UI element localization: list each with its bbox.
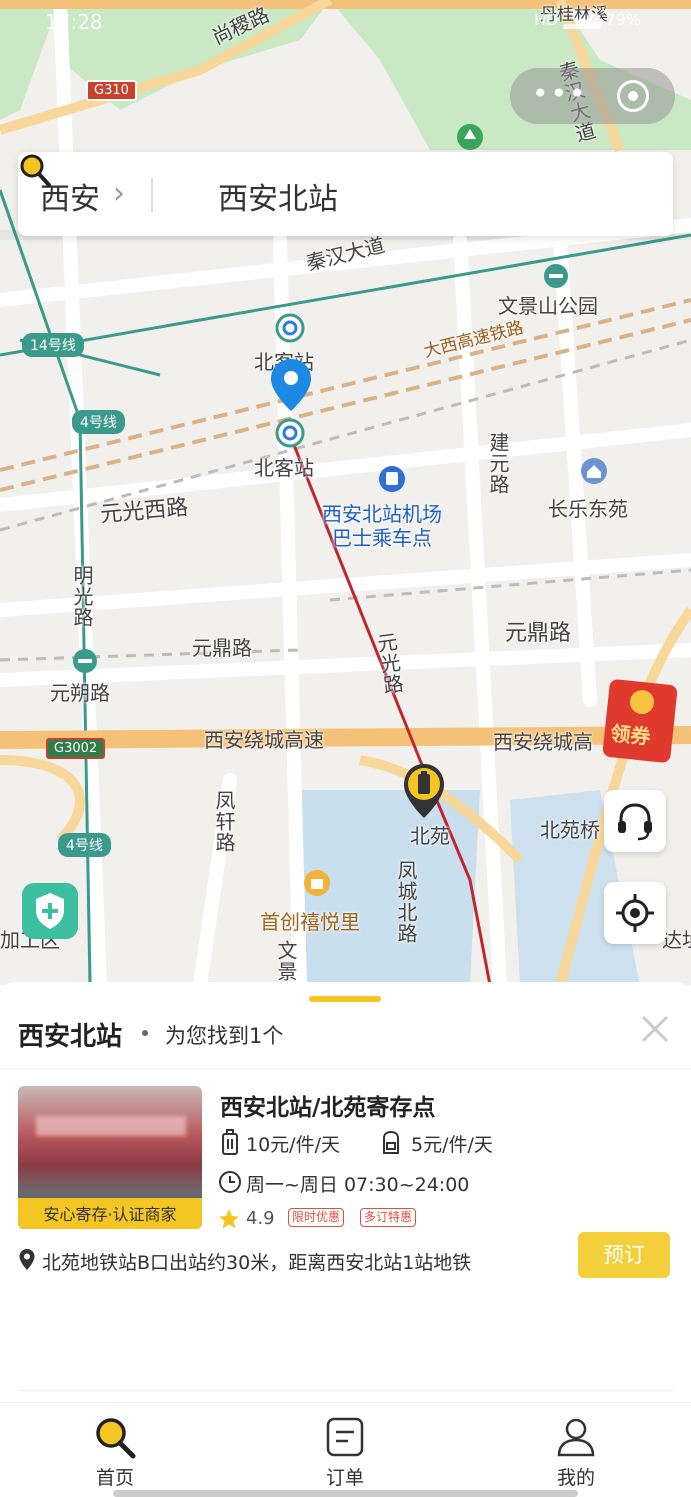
- price-luggage: 10元/件/天: [246, 1134, 340, 1156]
- search-bar[interactable]: 西安 › 西安北站: [18, 152, 673, 236]
- metro-line-badge: 14号线: [22, 333, 84, 357]
- store-sign-image: [36, 1116, 186, 1136]
- map-label-bridge: 北苑桥: [540, 818, 600, 842]
- price-bag: 5元/件/天: [411, 1134, 493, 1156]
- book-button[interactable]: 预订: [578, 1232, 670, 1278]
- map-label-station: 元朔路: [50, 681, 110, 705]
- store-photo[interactable]: 安心寄存·认证商家: [18, 1086, 202, 1229]
- map-label-road: 元鼎路: [505, 621, 572, 646]
- shield-icon: [36, 893, 64, 929]
- status-time: 17:28: [45, 10, 103, 34]
- tab-profile[interactable]: 我的: [516, 1413, 636, 1493]
- coupon-button[interactable]: 领券: [602, 678, 678, 764]
- tab-label: 我的: [556, 1467, 595, 1489]
- metro-station-icon: [275, 313, 305, 343]
- map-label-road: 凤轩路: [212, 790, 236, 853]
- metro-line-badge: 4号线: [58, 833, 111, 857]
- search-icon: [96, 1418, 136, 1459]
- promo-tag: 限时优惠: [288, 1208, 345, 1227]
- map-label-bus-stop: 西安北站机场 巴士乘车点: [322, 502, 442, 550]
- tab-orders[interactable]: 订单: [285, 1413, 405, 1493]
- home-indicator: [113, 1490, 578, 1497]
- chevron-right-icon: ›: [113, 176, 125, 211]
- order-icon: [326, 1417, 364, 1457]
- status-icons: HD ▂▄▆ 79%: [534, 10, 641, 29]
- residence-icon: [581, 458, 607, 484]
- store-card[interactable]: 安心寄存·认证商家 西安北站/北苑寄存点 10元/件/天 5元/件/天 周一~周…: [0, 1078, 691, 1391]
- luggage-icon: [222, 1129, 238, 1155]
- store-address: 北苑地铁站B口出站约30米，距离西安北站1站地铁: [42, 1252, 472, 1274]
- highway-badge: G3002: [46, 738, 106, 759]
- coupon-seal-icon: [628, 688, 656, 716]
- star-icon: [219, 1209, 239, 1229]
- luggage-store-pin-icon[interactable]: [401, 762, 447, 820]
- map-view[interactable]: 尚稷路 丹桂林溪 秦汉大道 秦汉大道 文景山公园 大西高速铁路 北客站 北客站 …: [0, 0, 691, 985]
- results-sheet: 西安北站 为您找到1个 安心寄存·认证商家 西安北站/北苑寄存点 10元/件/天: [0, 982, 691, 1402]
- map-label-place: 达址: [662, 928, 691, 952]
- map-label-road: 建元路: [486, 432, 510, 495]
- search-input[interactable]: 西安北站: [218, 174, 338, 218]
- metro-station-icon: [275, 418, 305, 448]
- crosshair-icon: [616, 894, 654, 932]
- store-name[interactable]: 西安北站/北苑寄存点: [220, 1088, 435, 1122]
- locate-button[interactable]: [604, 882, 666, 944]
- location-pin-icon[interactable]: [269, 357, 313, 413]
- map-label-road: 文景: [274, 940, 298, 982]
- bus-stop-icon: [379, 466, 405, 492]
- tab-label: 首页: [95, 1467, 134, 1489]
- opening-hours: 周一~周日 07:30~24:00: [246, 1174, 470, 1196]
- customer-service-button[interactable]: [604, 790, 666, 852]
- backpack-icon: [383, 1130, 399, 1154]
- headset-icon: [618, 803, 652, 841]
- app-root: 尚稷路 丹桂林溪 秦汉大道 秦汉大道 文景山公园 大西高速铁路 北客站 北客站 …: [0, 0, 691, 1497]
- result-count: 为您找到1个: [165, 1024, 284, 1048]
- map-label-station: 北客站: [254, 456, 314, 480]
- sheet-drag-handle[interactable]: [309, 996, 381, 1002]
- tab-label: 订单: [325, 1467, 364, 1489]
- safety-button[interactable]: [22, 883, 78, 939]
- highway-badge: G310: [86, 80, 137, 101]
- location-marker-icon: [19, 1249, 35, 1270]
- separator-dot: [142, 1030, 148, 1036]
- park-icon: [457, 124, 483, 150]
- divider: [18, 1390, 673, 1391]
- tab-home[interactable]: 首页: [55, 1413, 175, 1493]
- miniprogram-capsule: •••: [510, 68, 675, 124]
- close-icon[interactable]: [638, 1012, 672, 1046]
- poi-icon: [304, 870, 330, 896]
- divider: [0, 1068, 691, 1069]
- map-label-road: 凤城北路: [394, 860, 418, 944]
- close-miniprogram-icon[interactable]: [617, 80, 649, 112]
- map-label-expressway: 西安绕城高速: [204, 728, 324, 752]
- map-label-road: 明光路: [70, 565, 94, 628]
- tab-bar: 首页 订单 我的: [0, 1402, 691, 1497]
- metro-station-icon: [544, 264, 568, 288]
- map-label-station: 北苑: [410, 824, 450, 848]
- store-rating: 4.9: [246, 1208, 275, 1229]
- map-label-road: 元鼎路: [192, 636, 252, 660]
- status-bar: 17:28 HD ▂▄▆ 79%: [0, 0, 691, 50]
- metro-line-badge: 4号线: [72, 410, 125, 434]
- more-icon[interactable]: •••: [532, 76, 588, 112]
- clock-icon: [219, 1171, 241, 1193]
- promo-tag: 多订特惠: [360, 1208, 417, 1227]
- map-label-poi: 首创禧悦里: [260, 910, 360, 934]
- user-icon: [557, 1418, 595, 1457]
- certified-badge: 安心寄存·认证商家: [18, 1198, 202, 1229]
- map-label-expressway: 西安绕城高: [493, 730, 593, 754]
- result-title: 西安北站: [18, 1022, 123, 1052]
- search-icon: [20, 154, 51, 187]
- coupon-label: 领券: [609, 721, 652, 750]
- search-divider: [151, 178, 153, 212]
- map-label-place: 长乐东苑: [548, 497, 628, 521]
- metro-station-icon: [73, 649, 97, 673]
